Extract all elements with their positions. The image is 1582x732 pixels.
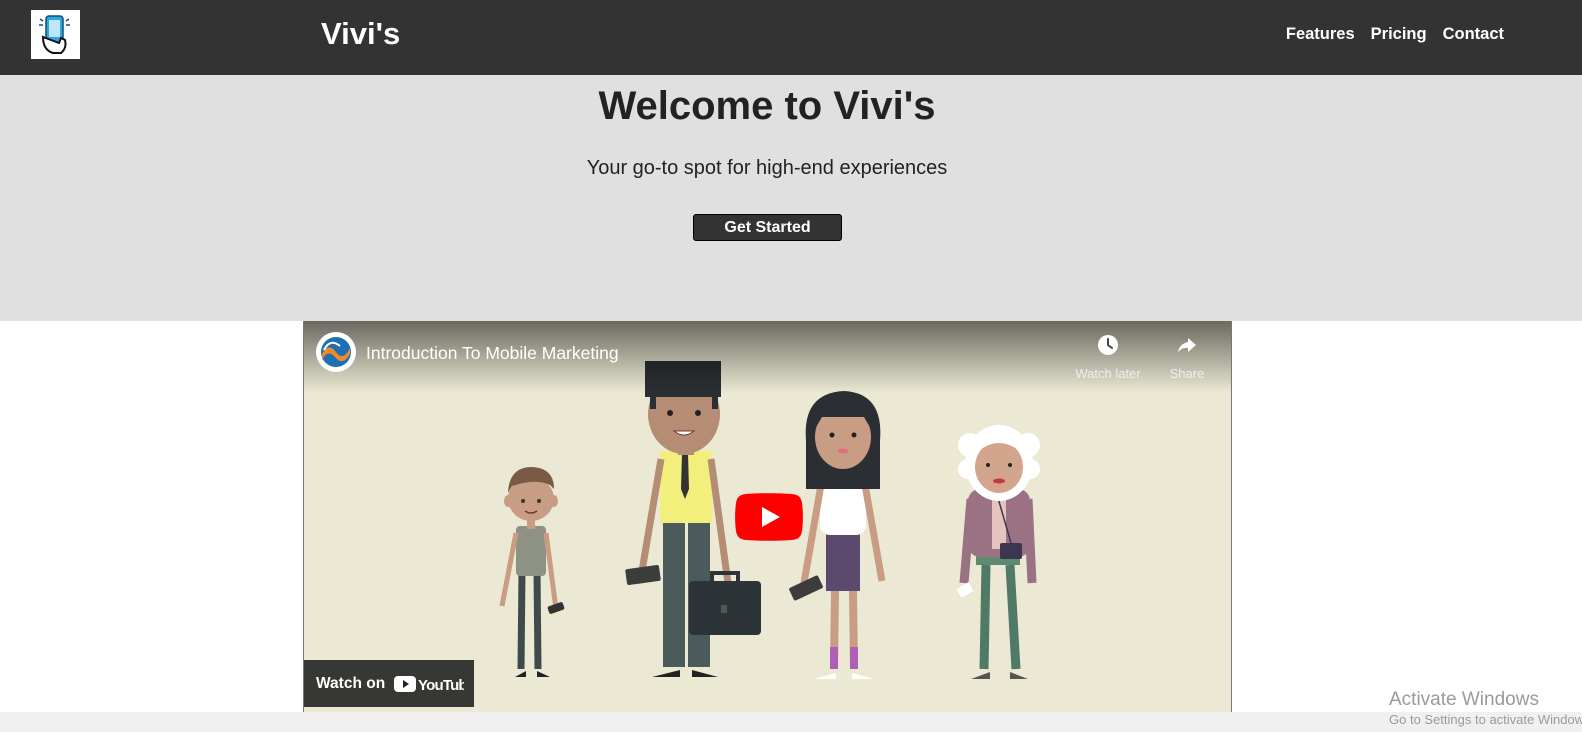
watch-on-label: Watch on	[316, 675, 386, 692]
clock-icon	[1098, 335, 1118, 355]
get-started-button[interactable]: Get Started	[693, 214, 842, 241]
watch-later-button[interactable]: Watch later	[1068, 333, 1148, 382]
page: Vivi's Features Pricing Contact Welcome …	[0, 0, 1582, 732]
play-button[interactable]	[735, 493, 803, 541]
nav-link-pricing[interactable]: Pricing	[1371, 24, 1427, 44]
hero-title: Welcome to Vivi's	[598, 84, 936, 128]
hero-section: Welcome to Vivi's Your go-to spot for hi…	[0, 75, 1582, 321]
site-logo[interactable]	[31, 10, 80, 59]
nav-link-contact[interactable]: Contact	[1443, 24, 1504, 44]
site-header: Vivi's Features Pricing Contact	[0, 0, 1582, 75]
channel-avatar[interactable]	[316, 332, 356, 372]
play-icon	[735, 493, 803, 541]
watch-later-label: Watch later	[1075, 366, 1141, 381]
phone-hand-logo-icon	[39, 15, 70, 54]
main-nav: Features Pricing Contact	[1286, 24, 1504, 44]
brand-name[interactable]: Vivi's	[321, 15, 400, 53]
video-title[interactable]: Introduction To Mobile Marketing	[366, 342, 619, 364]
page-bottom-strip	[0, 712, 1582, 732]
activate-windows-title: Activate Windows	[1389, 689, 1539, 710]
channel-avatar-icon	[317, 333, 355, 371]
share-arrow-icon	[1178, 338, 1196, 353]
hero-subtitle: Your go-to spot for high-end experiences	[586, 157, 948, 179]
svg-text:YouTube: YouTube	[418, 677, 464, 694]
share-label: Share	[1169, 366, 1205, 381]
share-button[interactable]: Share	[1147, 333, 1227, 382]
watch-on-youtube-button[interactable]: Watch on YouTube	[304, 660, 474, 707]
youtube-logo-icon: YouTube	[394, 676, 464, 694]
nav-link-features[interactable]: Features	[1286, 24, 1355, 44]
video-player[interactable]: Introduction To Mobile Marketing Watch l…	[303, 321, 1232, 716]
